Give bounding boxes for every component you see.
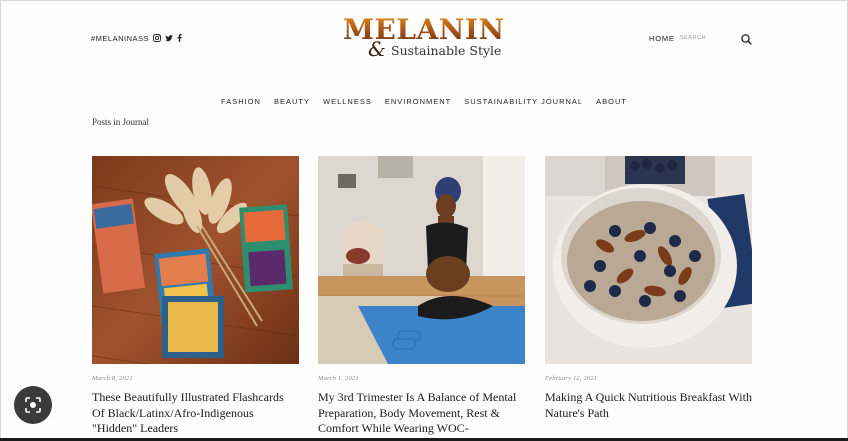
- nav-item-sustainability-journal[interactable]: SUSTAINABILITY JOURNAL: [464, 97, 583, 106]
- section-label: Posts in Journal: [92, 117, 150, 127]
- logo-ampersand: &: [368, 37, 386, 61]
- lens-search-icon[interactable]: [14, 386, 52, 424]
- post-card[interactable]: February 12, 2021 Making A Quick Nutriti…: [545, 156, 752, 421]
- post-date: March 8, 2021: [92, 375, 133, 382]
- search-icon[interactable]: [741, 32, 752, 50]
- yoga-pregnancy-photo[interactable]: [318, 156, 525, 364]
- nav-item-environment[interactable]: ENVIRONMENT: [385, 97, 451, 106]
- post-title[interactable]: My 3rd Trimester Is A Balance of Mental …: [318, 390, 525, 437]
- twitter-icon[interactable]: [165, 34, 174, 42]
- home-link[interactable]: HOME: [649, 34, 675, 43]
- header-right-nav: HOME SEARCH: [649, 32, 706, 44]
- nav-item-about[interactable]: ABOUT: [596, 97, 627, 106]
- nav-item-beauty[interactable]: BEAUTY: [274, 97, 310, 106]
- facebook-icon[interactable]: [177, 34, 182, 42]
- instagram-icon[interactable]: [153, 34, 161, 42]
- flashcards-photo[interactable]: [92, 156, 299, 364]
- search-input[interactable]: SEARCH: [680, 35, 707, 41]
- post-title[interactable]: Making A Quick Nutritious Breakfast With…: [545, 390, 752, 421]
- post-date: February 12, 2021: [545, 375, 598, 382]
- social-bar: #MELANINASS: [91, 32, 182, 44]
- browser-frame: #MELANINASS MELANIN & Sustainable Style …: [0, 0, 848, 441]
- site-logo[interactable]: MELANIN & Sustainable Style: [343, 15, 508, 61]
- post-date: March 1, 2021: [318, 375, 359, 382]
- logo-tagline: Sustainable Style: [391, 43, 502, 58]
- post-card[interactable]: March 1, 2021 My 3rd Trimester Is A Bala…: [318, 156, 525, 437]
- main-nav: FASHION BEAUTY WELLNESS ENVIRONMENT SUST…: [1, 97, 847, 106]
- social-handle[interactable]: #MELANINASS: [91, 34, 149, 43]
- post-card[interactable]: March 8, 2021 These Beautifully Illustra…: [92, 156, 299, 437]
- nav-item-wellness[interactable]: WELLNESS: [323, 97, 372, 106]
- oatmeal-bowl-photo[interactable]: [545, 156, 752, 364]
- post-title[interactable]: These Beautifully Illustrated Flashcards…: [92, 390, 299, 437]
- nav-item-fashion[interactable]: FASHION: [221, 97, 261, 106]
